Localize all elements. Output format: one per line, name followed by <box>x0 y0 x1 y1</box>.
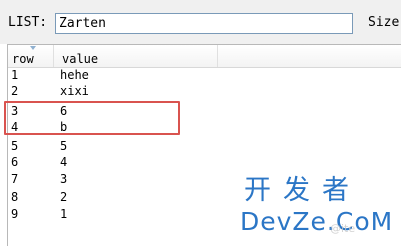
toolbar: LIST: Size <box>0 0 401 44</box>
row-value-cell: xixi <box>60 84 89 98</box>
sort-indicator-icon <box>30 46 36 50</box>
watermark-english: DevZe.CoM <box>240 207 394 236</box>
row-value-cell: 1 <box>60 207 68 221</box>
watermark-chinese: 开发者 <box>244 175 361 206</box>
row-value-cell: 4 <box>60 155 68 169</box>
row-value-cell: b <box>60 120 68 134</box>
row-value-cell: 2 <box>60 190 68 204</box>
column-header-empty <box>218 45 401 67</box>
size-label: Size <box>368 15 400 30</box>
column-header-row-label: row <box>12 52 34 66</box>
row-index-cell: 6 <box>11 155 19 169</box>
column-header-value-label: value <box>62 52 99 66</box>
row-value-cell: 6 <box>60 104 68 118</box>
column-header-value[interactable]: value <box>54 45 218 67</box>
table-row[interactable]: 6 4 <box>8 155 401 169</box>
row-index-cell: 2 <box>11 84 19 98</box>
table-row[interactable]: 5 5 <box>8 139 401 153</box>
table-row[interactable]: 4 b <box>8 120 401 134</box>
column-header-row[interactable]: row <box>8 45 54 67</box>
table-header: row value <box>8 45 401 68</box>
list-label: LIST: <box>8 15 48 30</box>
watermark-faint: @ite <box>330 222 356 235</box>
table-row[interactable]: 1 hehe <box>8 68 401 82</box>
row-index-cell: 9 <box>11 207 19 221</box>
table-row[interactable]: 2 xixi <box>8 84 401 98</box>
row-index-cell: 4 <box>11 120 19 134</box>
row-index-cell: 1 <box>11 68 19 82</box>
row-index-cell: 5 <box>11 139 19 153</box>
row-index-cell: 7 <box>11 172 19 186</box>
row-value-cell: 3 <box>60 172 68 186</box>
row-index-cell: 3 <box>11 104 19 118</box>
row-value-cell: hehe <box>60 68 89 82</box>
list-name-input[interactable] <box>55 13 353 34</box>
table-row[interactable]: 3 6 <box>8 104 401 118</box>
row-value-cell: 5 <box>60 139 68 153</box>
row-index-cell: 8 <box>11 190 19 204</box>
